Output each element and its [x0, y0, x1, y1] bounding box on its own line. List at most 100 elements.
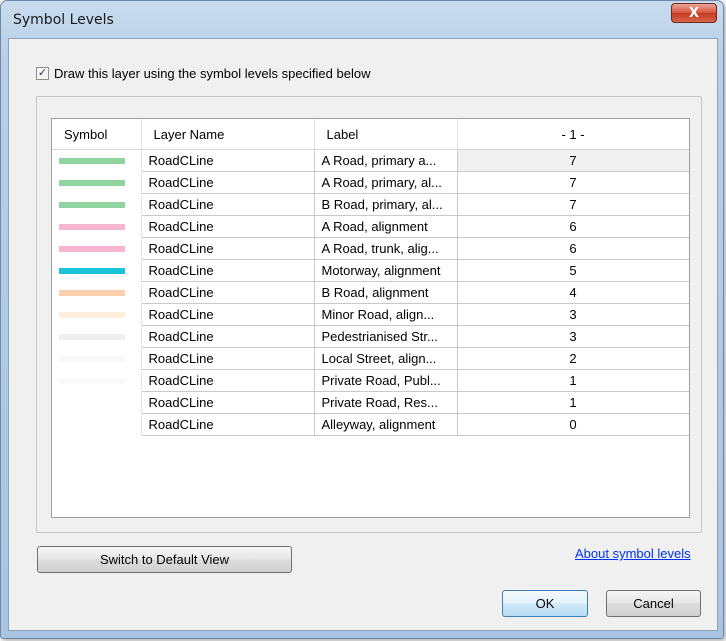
line-symbol-swatch: [59, 377, 125, 384]
line-symbol-swatch: [59, 223, 125, 230]
table-row[interactable]: RoadCLine A Road, primary a... 7: [52, 149, 689, 172]
dialog-client-area: ✓ Draw this layer using the symbol level…: [8, 38, 718, 631]
label-cell: Alleyway, alignment: [314, 413, 458, 436]
line-symbol-swatch: [59, 399, 125, 406]
symbol-cell[interactable]: [52, 347, 142, 370]
label-cell: Private Road, Publ...: [314, 369, 458, 392]
cancel-button[interactable]: Cancel: [606, 590, 701, 617]
layer-name-cell: RoadCLine: [141, 215, 315, 238]
window-title: Symbol Levels: [13, 12, 114, 28]
line-symbol-swatch: [59, 355, 125, 362]
layer-name-cell: RoadCLine: [141, 369, 315, 392]
line-symbol-swatch: [59, 421, 125, 428]
symbol-cell[interactable]: [52, 259, 142, 282]
line-symbol-swatch: [59, 311, 125, 318]
label-cell: A Road, trunk, alig...: [314, 237, 458, 260]
column-header-level-1[interactable]: - 1 -: [457, 119, 689, 150]
label-cell: A Road, primary a...: [314, 149, 458, 172]
level-cell[interactable]: 7: [457, 193, 689, 216]
level-cell[interactable]: 5: [457, 259, 689, 282]
table-row[interactable]: RoadCLine Motorway, alignment 5: [52, 259, 689, 282]
line-symbol-swatch: [59, 289, 125, 296]
level-cell[interactable]: 4: [457, 281, 689, 304]
table-row[interactable]: RoadCLine Local Street, align... 2: [52, 347, 689, 370]
label-cell: A Road, alignment: [314, 215, 458, 238]
level-cell[interactable]: 2: [457, 347, 689, 370]
table-body: RoadCLine A Road, primary a... 7 RoadCLine A…: [52, 149, 689, 436]
close-button[interactable]: X: [671, 3, 717, 23]
symbol-cell[interactable]: [52, 215, 142, 238]
label-cell: B Road, primary, al...: [314, 193, 458, 216]
level-cell[interactable]: 6: [457, 215, 689, 238]
label-cell: Pedestrianised Str...: [314, 325, 458, 348]
layer-name-cell: RoadCLine: [141, 391, 315, 414]
symbol-levels-grid: Symbol Layer Name Label - 1 - RoadCLine A…: [51, 118, 690, 518]
symbol-cell[interactable]: [52, 369, 142, 392]
table-row[interactable]: RoadCLine B Road, alignment 4: [52, 281, 689, 304]
layer-name-cell: RoadCLine: [141, 281, 315, 304]
layer-name-cell: RoadCLine: [141, 193, 315, 216]
column-header-symbol[interactable]: Symbol: [52, 119, 142, 150]
level-cell[interactable]: 7: [457, 149, 689, 172]
draw-symbol-levels-label[interactable]: Draw this layer using the symbol levels …: [54, 66, 370, 81]
table-row[interactable]: RoadCLine B Road, primary, al... 7: [52, 193, 689, 216]
level-cell[interactable]: 1: [457, 369, 689, 392]
close-icon: X: [688, 5, 700, 21]
column-header-layer-name[interactable]: Layer Name: [141, 119, 315, 150]
table-row[interactable]: RoadCLine A Road, primary, al... 7: [52, 171, 689, 194]
symbol-levels-dialog: Symbol Levels X ✓ Draw this layer using …: [0, 0, 724, 639]
line-symbol-swatch: [59, 245, 125, 252]
level-cell[interactable]: 1: [457, 391, 689, 414]
line-symbol-swatch: [59, 179, 125, 186]
symbol-cell[interactable]: [52, 171, 142, 194]
symbol-cell[interactable]: [52, 413, 142, 436]
level-cell[interactable]: 6: [457, 237, 689, 260]
table-row[interactable]: RoadCLine Private Road, Res... 1: [52, 391, 689, 414]
level-cell[interactable]: 0: [457, 413, 689, 436]
symbol-levels-table: Symbol Layer Name Label - 1 - RoadCLine A…: [52, 119, 689, 436]
label-cell: Motorway, alignment: [314, 259, 458, 282]
ok-button[interactable]: OK: [502, 590, 588, 617]
layer-name-cell: RoadCLine: [141, 325, 315, 348]
column-header-label[interactable]: Label: [314, 119, 458, 150]
label-cell: Minor Road, align...: [314, 303, 458, 326]
layer-name-cell: RoadCLine: [141, 259, 315, 282]
layer-name-cell: RoadCLine: [141, 149, 315, 172]
symbol-levels-group: Symbol Layer Name Label - 1 - RoadCLine A…: [36, 96, 702, 533]
layer-name-cell: RoadCLine: [141, 413, 315, 436]
label-cell: Private Road, Res...: [314, 391, 458, 414]
symbol-cell[interactable]: [52, 149, 142, 172]
symbol-cell[interactable]: [52, 303, 142, 326]
about-symbol-levels-link[interactable]: About symbol levels: [575, 546, 691, 561]
line-symbol-swatch: [59, 333, 125, 340]
table-header: Symbol Layer Name Label - 1 -: [52, 119, 689, 150]
switch-to-default-view-button[interactable]: Switch to Default View: [37, 546, 292, 573]
level-cell[interactable]: 3: [457, 325, 689, 348]
layer-name-cell: RoadCLine: [141, 303, 315, 326]
title-bar[interactable]: Symbol Levels X: [1, 1, 723, 39]
layer-name-cell: RoadCLine: [141, 237, 315, 260]
line-symbol-swatch: [59, 157, 125, 164]
table-row[interactable]: RoadCLine Private Road, Publ... 1: [52, 369, 689, 392]
label-cell: A Road, primary, al...: [314, 171, 458, 194]
symbol-cell[interactable]: [52, 325, 142, 348]
table-row[interactable]: RoadCLine A Road, trunk, alig... 6: [52, 237, 689, 260]
symbol-cell[interactable]: [52, 193, 142, 216]
level-cell[interactable]: 3: [457, 303, 689, 326]
table-row[interactable]: RoadCLine A Road, alignment 6: [52, 215, 689, 238]
layer-name-cell: RoadCLine: [141, 171, 315, 194]
table-row[interactable]: RoadCLine Alleyway, alignment 0: [52, 413, 689, 436]
symbol-cell[interactable]: [52, 391, 142, 414]
draw-symbol-levels-checkbox[interactable]: ✓: [36, 67, 49, 80]
table-row[interactable]: RoadCLine Minor Road, align... 3: [52, 303, 689, 326]
level-cell[interactable]: 7: [457, 171, 689, 194]
table-row[interactable]: RoadCLine Pedestrianised Str... 3: [52, 325, 689, 348]
label-cell: B Road, alignment: [314, 281, 458, 304]
symbol-cell[interactable]: [52, 237, 142, 260]
layer-name-cell: RoadCLine: [141, 347, 315, 370]
checkmark-icon: ✓: [37, 67, 48, 79]
label-cell: Local Street, align...: [314, 347, 458, 370]
draw-symbol-levels-option[interactable]: ✓ Draw this layer using the symbol level…: [36, 66, 370, 81]
symbol-cell[interactable]: [52, 281, 142, 304]
line-symbol-swatch: [59, 267, 125, 274]
